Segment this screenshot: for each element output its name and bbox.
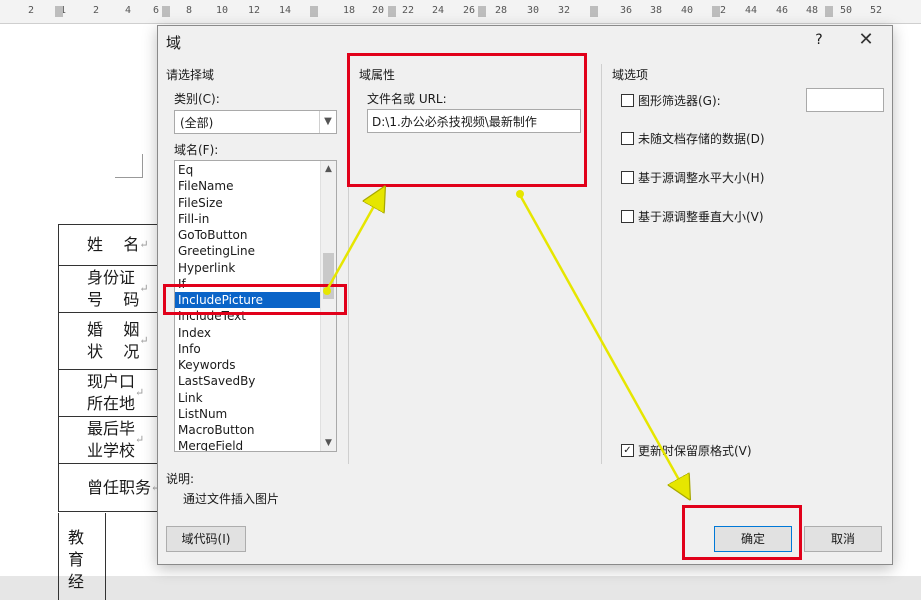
arrow-to-field-properties: [325, 190, 383, 291]
annotation-arrows: [323, 0, 921, 576]
arrow-origin-dot: [516, 190, 524, 198]
arrow-origin-dot: [323, 287, 331, 295]
arrow-to-ok-button: [518, 194, 688, 496]
